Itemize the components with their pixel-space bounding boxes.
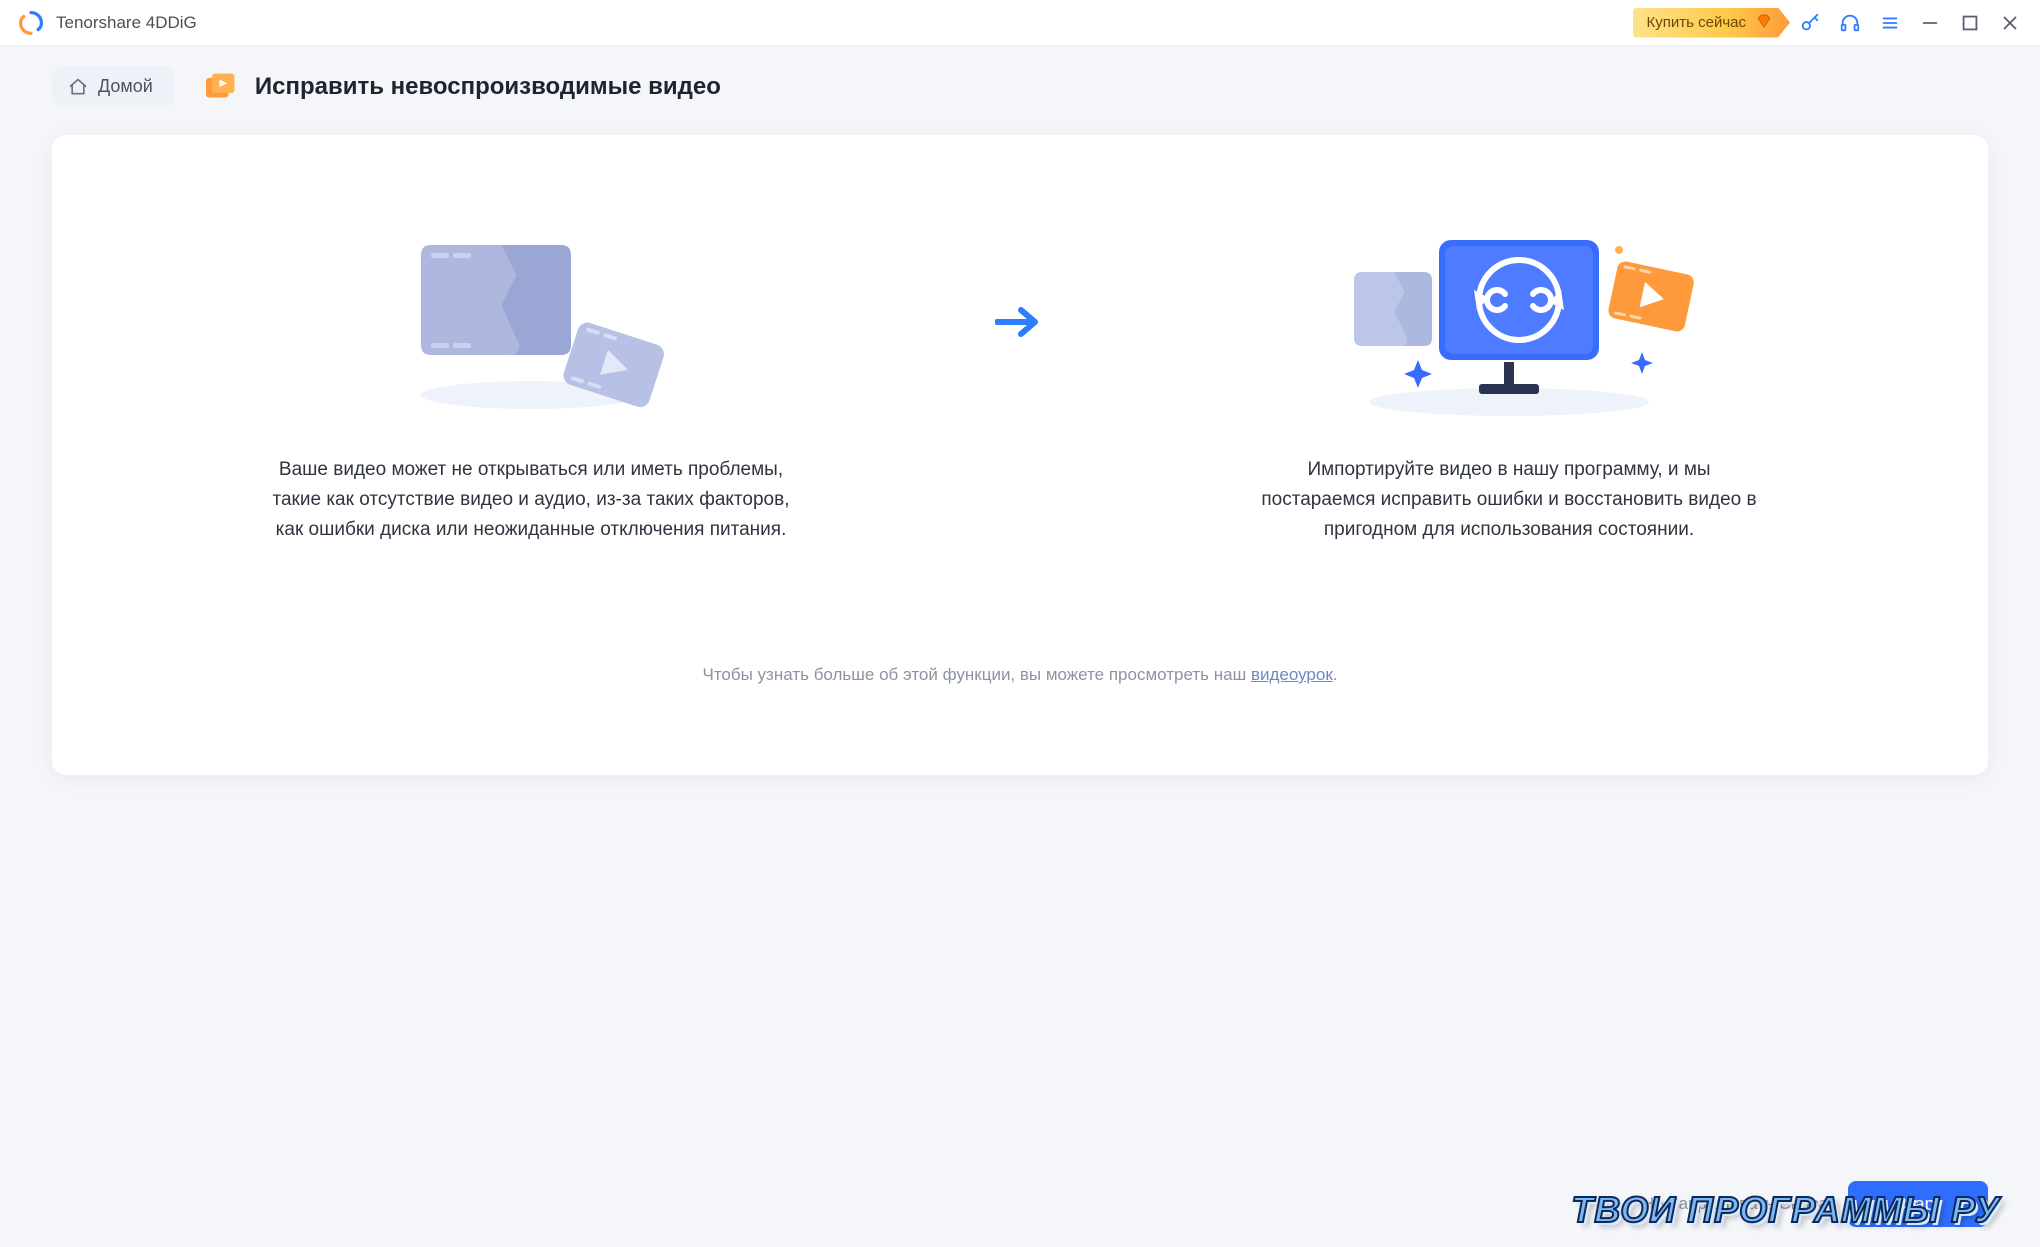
broken-video-illustration [381, 215, 681, 425]
buy-now-button[interactable]: Купить сейчас [1633, 8, 1790, 38]
app-title: Tenorshare 4DDiG [56, 13, 197, 33]
headphones-icon[interactable] [1830, 3, 1870, 43]
right-panel: Импортируйте видео в нашу программу, и м… [1090, 215, 1928, 545]
hint-prefix: Чтобы узнать больше об этой функции, вы … [703, 665, 1251, 684]
left-panel-text: Ваше видео может не открываться или имет… [271, 455, 791, 545]
hint-suffix: . [1333, 665, 1338, 684]
header-row: Домой Исправить невоспроизводимые видео [0, 46, 2040, 117]
diamond-icon [1756, 13, 1772, 33]
dont-ask-again-label[interactable]: Не Запрашивать Снова [1642, 1194, 1828, 1214]
main-card: Ваше видео может не открываться или имет… [52, 135, 1988, 775]
key-icon[interactable] [1790, 3, 1830, 43]
section-title-text: Исправить невоспроизводимые видео [255, 73, 721, 101]
footer: Не Запрашивать Снова Старт [1642, 1181, 1988, 1227]
menu-icon[interactable] [1870, 3, 1910, 43]
arrow-icon [980, 215, 1060, 339]
repair-process-illustration [1319, 215, 1699, 425]
home-icon [68, 77, 88, 97]
video-tutorial-link[interactable]: видеоурок [1251, 665, 1333, 684]
home-label: Домой [98, 76, 153, 97]
video-repair-icon [203, 69, 239, 105]
start-button[interactable]: Старт [1848, 1181, 1988, 1227]
left-panel: Ваше видео может не открываться или имет… [112, 215, 950, 545]
home-button[interactable]: Домой [52, 66, 175, 107]
maximize-icon[interactable] [1950, 3, 1990, 43]
hint-text: Чтобы узнать больше об этой функции, вы … [112, 665, 1928, 685]
app-logo-icon [18, 10, 44, 36]
close-icon[interactable] [1990, 3, 2030, 43]
title-bar: Tenorshare 4DDiG Купить сейчас [0, 0, 2040, 46]
minimize-icon[interactable] [1910, 3, 1950, 43]
section-title: Исправить невоспроизводимые видео [203, 69, 721, 105]
right-panel-text: Импортируйте видео в нашу программу, и м… [1249, 455, 1769, 545]
buy-now-label: Купить сейчас [1647, 14, 1746, 31]
